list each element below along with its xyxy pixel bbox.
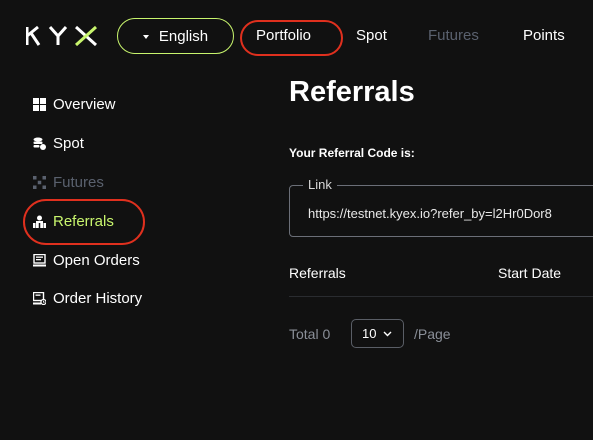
monitor-icon <box>33 253 46 266</box>
sidebar-item-label: Futures <box>53 173 104 191</box>
users-icon <box>33 215 46 228</box>
sidebar-item-open-orders[interactable]: Open Orders <box>33 249 140 271</box>
caret-down-icon <box>142 34 149 39</box>
nav-spot[interactable]: Spot <box>356 27 387 44</box>
kyx-logo[interactable] <box>26 25 98 47</box>
language-selector[interactable]: English <box>117 18 234 54</box>
pagination-total: Total 0 <box>289 326 331 342</box>
sidebar-item-label: Overview <box>53 95 116 113</box>
language-label: English <box>158 27 209 45</box>
sidebar-item-spot[interactable]: Spot <box>33 132 84 154</box>
column-header-start-date: Start Date <box>498 265 562 281</box>
nav-futures: Futures <box>428 27 479 44</box>
sidebar-item-order-history[interactable]: Order History <box>33 287 142 309</box>
nav-points[interactable]: Points <box>523 27 565 44</box>
main-content: Referrals Your Referral Code is: Link ht… <box>268 74 593 440</box>
sidebar-item-futures: Futures <box>33 171 104 193</box>
nav-portfolio[interactable]: Portfolio <box>256 27 311 44</box>
sidebar-item-overview[interactable]: Overview <box>33 93 116 115</box>
sidebar-item-label: Spot <box>53 134 84 152</box>
sidebar-item-label: Open Orders <box>53 251 140 269</box>
per-page-label: /Page <box>414 326 451 342</box>
page-size-value: 10 <box>362 326 377 341</box>
history-icon <box>33 291 46 305</box>
referral-link-value[interactable]: https://testnet.kyex.io?refer_by=l2Hr0Do… <box>308 206 552 221</box>
sidebar-item-label: Referrals <box>53 212 114 230</box>
coins-icon <box>33 137 46 150</box>
column-header-referrals: Referrals <box>289 265 346 281</box>
top-header: English Portfolio Spot Futures Points <box>0 0 593 74</box>
link-field-label: Link <box>303 177 337 192</box>
chevron-down-icon <box>383 331 392 336</box>
page-title: Referrals <box>289 76 415 108</box>
referral-code-label: Your Referral Code is: <box>289 146 415 160</box>
page-size-select[interactable]: 10 <box>351 319 404 348</box>
sidebar: Overview Spot Futures Referrals Open Ord… <box>0 74 268 440</box>
sidebar-item-referrals[interactable]: Referrals <box>33 210 114 232</box>
referral-link-field[interactable]: Link https://testnet.kyex.io?refer_by=l2… <box>289 177 593 237</box>
table-divider <box>289 296 593 297</box>
grid-icon <box>33 97 46 111</box>
dots-grid-icon <box>33 175 46 189</box>
sidebar-item-label: Order History <box>53 289 143 307</box>
